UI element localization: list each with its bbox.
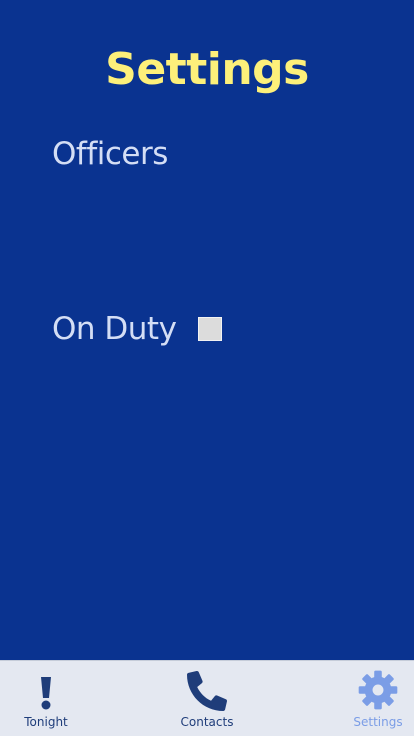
officers-label: Officers <box>52 136 168 172</box>
tab-contacts-label: Contacts <box>180 715 234 729</box>
tab-tonight-label: Tonight <box>24 715 68 729</box>
bottom-tab-bar: Tonight Contacts Settings <box>0 660 414 736</box>
on-duty-label: On Duty <box>52 311 177 347</box>
tab-settings[interactable]: Settings <box>348 661 408 736</box>
on-duty-row: On Duty <box>52 311 223 347</box>
on-duty-checkbox[interactable] <box>198 317 223 341</box>
tab-tonight[interactable]: Tonight <box>16 661 76 736</box>
page-title: Settings <box>105 44 309 95</box>
settings-screen: Settings Officers On Duty Tonight Contac… <box>0 0 414 736</box>
gear-icon <box>357 669 399 711</box>
exclamation-icon <box>38 669 54 711</box>
phone-icon <box>187 669 227 711</box>
tab-contacts[interactable]: Contacts <box>172 661 242 736</box>
tab-settings-label: Settings <box>353 715 403 729</box>
